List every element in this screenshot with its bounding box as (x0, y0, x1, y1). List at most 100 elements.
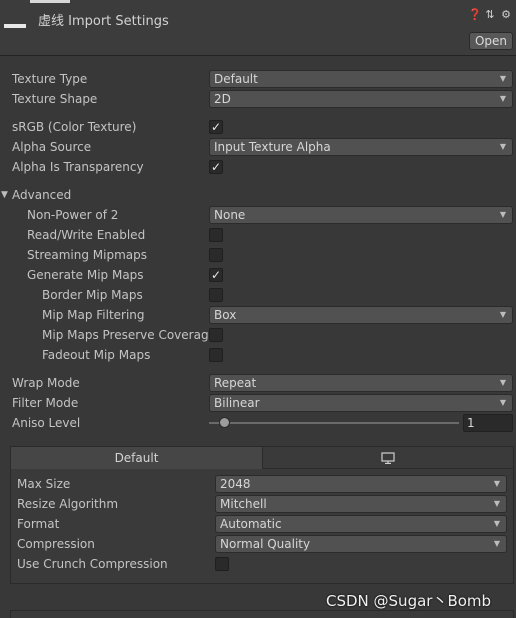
inspector-tab-indicator (30, 0, 70, 3)
preset-icon[interactable]: ⇅ (484, 9, 496, 21)
streaming-row: Streaming Mipmaps (0, 246, 516, 264)
filter-mode-label: Filter Mode (12, 396, 79, 410)
crunch-label: Use Crunch Compression (17, 557, 168, 571)
alpha-source-row: Alpha Source Input Texture Alpha ▼ (0, 138, 516, 156)
dropdown-arrow-icon: ▼ (499, 74, 506, 83)
crunch-row: Use Crunch Compression (11, 555, 516, 573)
aniso-label: Aniso Level (12, 416, 81, 430)
texture-shape-label: Texture Shape (12, 92, 98, 106)
fadeout-row: Fadeout Mip Maps (0, 346, 516, 364)
resize-label: Resize Algorithm (17, 497, 119, 511)
format-value: Automatic (220, 517, 282, 531)
dropdown-arrow-icon: ▼ (499, 378, 506, 387)
dropdown-arrow-icon: ▼ (499, 94, 506, 103)
compression-label: Compression (17, 537, 95, 551)
tab-standalone[interactable] (263, 447, 513, 469)
texture-type-label: Texture Type (12, 72, 88, 86)
alpha-source-value: Input Texture Alpha (214, 140, 331, 154)
format-row: Format Automatic ▼ (11, 515, 516, 533)
aniso-value-field[interactable]: 1 (463, 414, 513, 432)
foldout-expanded-icon: ▼ (1, 190, 8, 200)
border-mips-label: Border Mip Maps (42, 288, 143, 302)
resize-dropdown[interactable]: Mitchell ▼ (215, 495, 507, 513)
open-button[interactable]: Open (469, 32, 513, 50)
texture-type-value: Default (214, 72, 258, 86)
preserve-coverage-checkbox[interactable] (209, 328, 223, 342)
mip-filter-label: Mip Map Filtering (42, 308, 145, 322)
watermark: CSDN @Sugar丶Bomb (326, 592, 492, 610)
filter-mode-value: Bilinear (214, 396, 260, 410)
srgb-row: sRGB (Color Texture) ✓ (0, 118, 516, 136)
dropdown-arrow-icon: ▼ (499, 398, 506, 407)
streaming-label: Streaming Mipmaps (27, 248, 148, 262)
texture-shape-value: 2D (214, 92, 231, 106)
aniso-row: Aniso Level 1 (0, 414, 516, 432)
dropdown-arrow-icon: ▼ (493, 479, 500, 488)
inspector-title: 虚线 Import Settings (38, 14, 169, 29)
inspector-header: 虚线 Import Settings ❓ ⇅ ⚙ Open (0, 0, 516, 56)
alpha-transparency-row: Alpha Is Transparency ✓ (0, 158, 516, 176)
alpha-source-label: Alpha Source (12, 140, 92, 154)
gen-mips-checkbox[interactable]: ✓ (209, 268, 223, 282)
dropdown-arrow-icon: ▼ (499, 210, 506, 219)
monitor-icon (381, 452, 395, 464)
gear-icon[interactable]: ⚙ (500, 9, 512, 21)
wrap-mode-label: Wrap Mode (12, 376, 80, 390)
srgb-checkbox[interactable]: ✓ (209, 120, 223, 134)
read-write-checkbox[interactable] (209, 228, 223, 242)
platform-settings: Default Max Size 2048 ▼ Resize Algorithm… (10, 446, 514, 584)
mip-filter-dropdown[interactable]: Box ▼ (209, 306, 513, 324)
bottom-panel-edge (10, 610, 514, 618)
dropdown-arrow-icon: ▼ (493, 499, 500, 508)
dropdown-arrow-icon: ▼ (499, 142, 506, 151)
dropdown-arrow-icon: ▼ (493, 519, 500, 528)
texture-shape-row: Texture Shape 2D ▼ (0, 90, 516, 108)
texture-shape-dropdown[interactable]: 2D ▼ (209, 90, 513, 108)
gen-mips-label: Generate Mip Maps (27, 268, 144, 282)
compression-value: Normal Quality (220, 537, 311, 551)
advanced-foldout[interactable]: ▼ Advanced (0, 186, 516, 204)
alpha-transparency-checkbox[interactable]: ✓ (209, 160, 223, 174)
texture-type-row: Texture Type Default ▼ (0, 70, 516, 88)
streaming-checkbox[interactable] (209, 248, 223, 262)
dropdown-arrow-icon: ▼ (493, 539, 500, 548)
max-size-row: Max Size 2048 ▼ (11, 475, 516, 493)
max-size-value: 2048 (220, 477, 251, 491)
fadeout-checkbox[interactable] (209, 348, 223, 362)
compression-row: Compression Normal Quality ▼ (11, 535, 516, 553)
crunch-checkbox[interactable] (215, 557, 229, 571)
gen-mips-row: Generate Mip Maps ✓ (0, 266, 516, 284)
resize-value: Mitchell (220, 497, 267, 511)
wrap-mode-row: Wrap Mode Repeat ▼ (0, 374, 516, 392)
resize-row: Resize Algorithm Mitchell ▼ (11, 495, 516, 513)
npot-dropdown[interactable]: None ▼ (209, 206, 513, 224)
filter-mode-dropdown[interactable]: Bilinear ▼ (209, 394, 513, 412)
aniso-slider-thumb[interactable] (219, 417, 230, 428)
srgb-label: sRGB (Color Texture) (12, 120, 137, 134)
format-dropdown[interactable]: Automatic ▼ (215, 515, 507, 533)
fadeout-label: Fadeout Mip Maps (42, 348, 151, 362)
npot-row: Non-Power of 2 None ▼ (0, 206, 516, 224)
wrap-mode-value: Repeat (214, 376, 257, 390)
format-label: Format (17, 517, 60, 531)
border-mips-checkbox[interactable] (209, 288, 223, 302)
preserve-coverage-row: Mip Maps Preserve Coverage (0, 326, 516, 344)
header-icons: ❓ ⇅ ⚙ (468, 9, 512, 21)
npot-value: None (214, 208, 246, 222)
max-size-label: Max Size (17, 477, 71, 491)
advanced-label: Advanced (12, 188, 72, 202)
dropdown-arrow-icon: ▼ (499, 310, 506, 319)
border-mips-row: Border Mip Maps (0, 286, 516, 304)
max-size-dropdown[interactable]: 2048 ▼ (215, 475, 507, 493)
help-icon[interactable]: ❓ (468, 9, 482, 21)
alpha-transparency-label: Alpha Is Transparency (12, 160, 144, 174)
tab-default[interactable]: Default (11, 447, 263, 469)
mip-filter-row: Mip Map Filtering Box ▼ (0, 306, 516, 324)
read-write-label: Read/Write Enabled (27, 228, 146, 242)
alpha-source-dropdown[interactable]: Input Texture Alpha ▼ (209, 138, 513, 156)
compression-dropdown[interactable]: Normal Quality ▼ (215, 535, 507, 553)
read-write-row: Read/Write Enabled (0, 226, 516, 244)
aniso-slider-track[interactable] (209, 422, 459, 424)
texture-type-dropdown[interactable]: Default ▼ (209, 70, 513, 88)
wrap-mode-dropdown[interactable]: Repeat ▼ (209, 374, 513, 392)
